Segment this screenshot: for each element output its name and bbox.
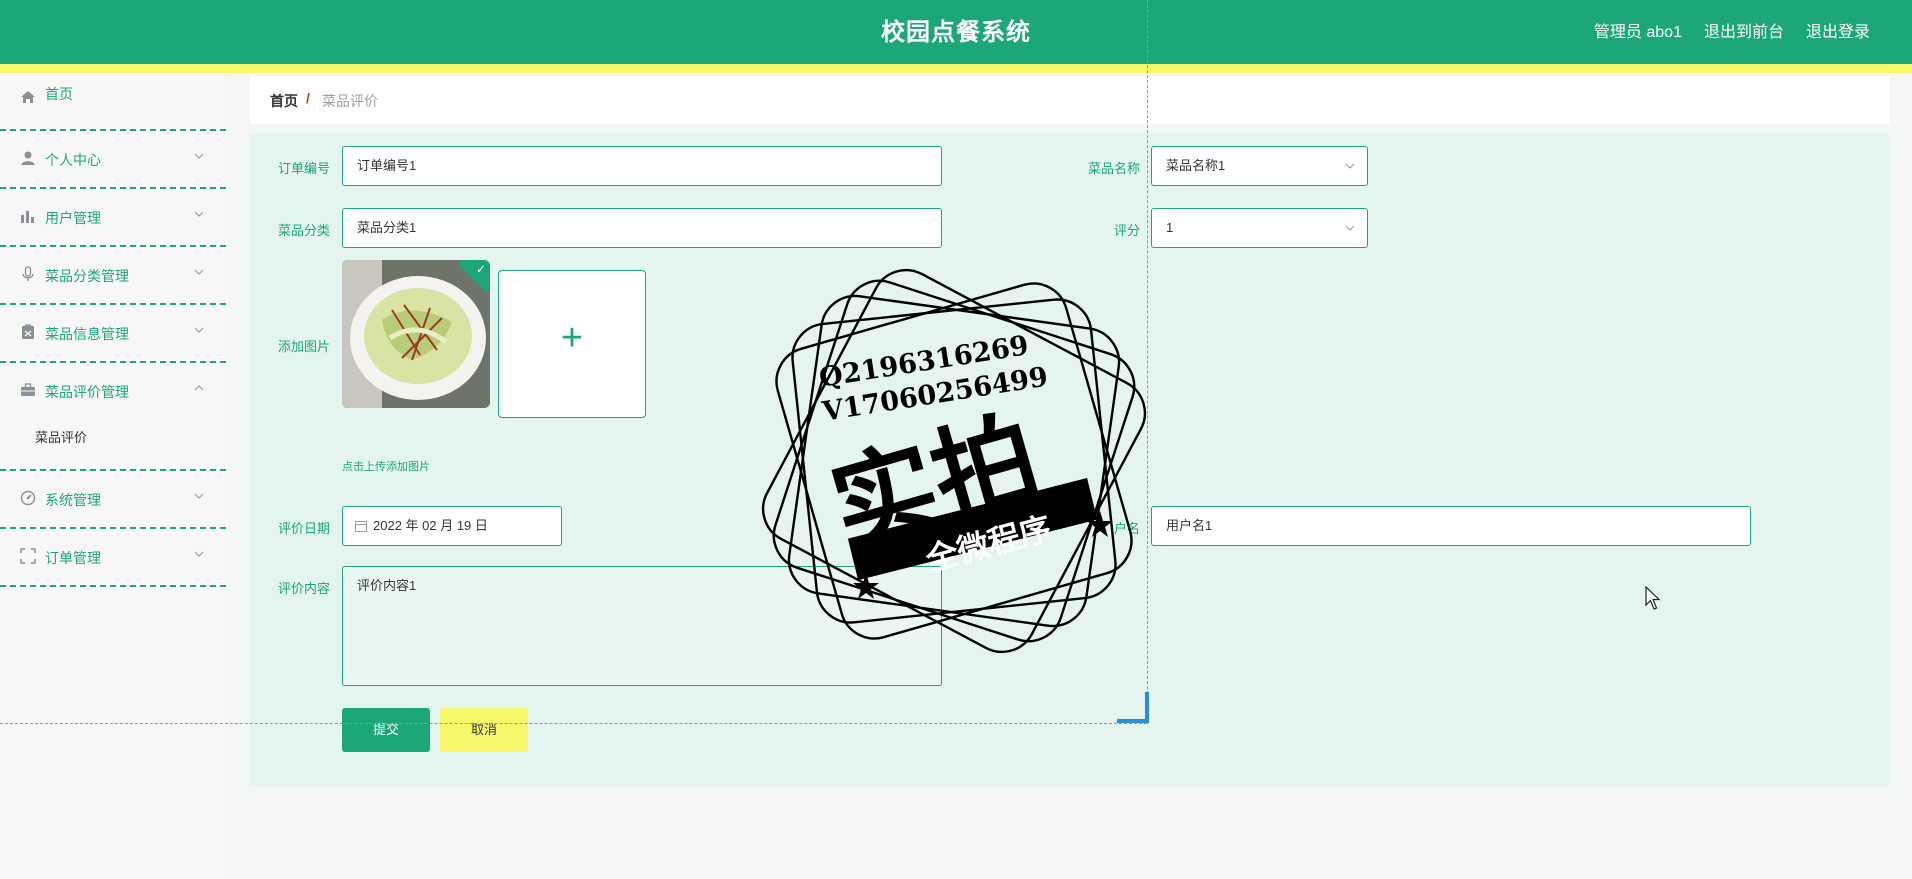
chevron-up-icon (194, 385, 204, 391)
uploaded-dish-image[interactable]: ✓ (342, 260, 490, 408)
mouse-cursor-icon (1645, 586, 1661, 610)
sidebar-item-system-management[interactable]: 系统管理 (0, 471, 226, 529)
review-date-label: 评价日期 (277, 521, 330, 536)
sidebar-item-dish-review-management[interactable]: 菜品评价管理 菜品评价 (0, 363, 226, 471)
header-links: 管理员 abo1 退出到前台 退出登录 (1594, 18, 1870, 42)
plus-icon: + (560, 317, 584, 359)
sidebar-item-label: 菜品分类管理 (45, 268, 129, 284)
username-input[interactable]: 用户名1 (1151, 506, 1751, 546)
chevron-down-icon (194, 493, 204, 499)
exit-to-front-link[interactable]: 退出到前台 (1704, 18, 1784, 42)
sidebar-item-label: 订单管理 (45, 550, 101, 566)
breadcrumb-current: 菜品评价 (322, 93, 378, 109)
chevron-down-icon (1345, 163, 1355, 169)
rating-select[interactable]: 1 (1151, 208, 1368, 248)
sidebar-subitem-dish-review[interactable]: 菜品评价 (0, 414, 226, 458)
sidebar-item-label: 用户管理 (45, 210, 101, 226)
sidebar-subitem-label: 菜品评价 (35, 430, 88, 445)
breadcrumb: 首页 / 菜品评价 (250, 76, 1890, 124)
top-header: 校园点餐系统 管理员 abo1 退出到前台 退出登录 (0, 0, 1912, 64)
chevron-down-icon (194, 269, 204, 275)
bar-chart-icon (21, 211, 34, 223)
dish-name-label: 菜品名称 (1087, 161, 1140, 176)
sidebar-item-label: 个人中心 (45, 152, 101, 168)
watermark-stamp: Q2196316269 V17060256499 实拍 全微程序 (761, 268, 1147, 654)
review-date-picker[interactable]: 2022 年 02 月 19 日 (342, 506, 562, 546)
sidebar-item-user-management[interactable]: 用户管理 (0, 189, 226, 247)
home-icon (21, 91, 35, 103)
submit-button[interactable]: 提交 (342, 708, 430, 752)
chevron-down-icon (194, 211, 204, 217)
chevron-down-icon (1345, 225, 1355, 231)
dish-photo-image (342, 260, 490, 408)
upload-tip: 点击上传添加图片 (342, 461, 430, 473)
breadcrumb-home[interactable]: 首页 (270, 91, 298, 111)
dish-name-value: 菜品名称1 (1166, 158, 1226, 173)
sidebar-item-label: 首页 (45, 86, 73, 102)
header-accent-stripe (0, 64, 1912, 73)
rating-label: 评分 (1113, 223, 1140, 238)
clipboard-icon (22, 324, 34, 339)
selection-guide-horizontal (0, 723, 1147, 724)
add-image-button[interactable]: + (498, 270, 646, 418)
check-icon: ✓ (475, 262, 486, 276)
calendar-icon (355, 521, 367, 532)
breadcrumb-separator: / (306, 90, 310, 106)
add-image-label: 添加图片 (277, 339, 330, 354)
sidebar-item-label: 菜品信息管理 (45, 326, 129, 342)
selection-corner-handle (1117, 692, 1149, 723)
sidebar-item-home[interactable]: 首页 (0, 73, 226, 131)
sidebar-item-dish-info-management[interactable]: 菜品信息管理 (0, 305, 226, 363)
chevron-down-icon (194, 551, 204, 557)
review-date-value: 2022 年 02 月 19 日 (373, 518, 488, 533)
dish-category-label: 菜品分类 (277, 223, 330, 238)
dish-name-select[interactable]: 菜品名称1 (1151, 146, 1368, 186)
sidebar-item-personal-center[interactable]: 个人中心 (0, 131, 226, 189)
microphone-icon (22, 266, 34, 281)
sidebar-item-order-management[interactable]: 订单管理 (0, 529, 226, 587)
admin-user-label[interactable]: 管理员 abo1 (1594, 18, 1682, 42)
chevron-down-icon (194, 153, 204, 159)
review-content-label: 评价内容 (277, 581, 330, 596)
order-no-label: 订单编号 (277, 161, 330, 176)
sidebar: 首页 个人中心 用户管理 菜品分类管理 菜品信息管理 菜品评价管理 菜品评价 系… (0, 73, 226, 879)
sidebar-item-label: 菜品评价管理 (45, 384, 129, 400)
dish-category-input[interactable]: 菜品分类1 (342, 208, 942, 248)
sidebar-item-dish-category-management[interactable]: 菜品分类管理 (0, 247, 226, 305)
sidebar-item-label: 系统管理 (45, 492, 101, 508)
logout-link[interactable]: 退出登录 (1806, 18, 1870, 42)
order-no-input[interactable]: 订单编号1 (342, 146, 942, 186)
cancel-button[interactable]: 取消 (440, 708, 528, 752)
fullscreen-icon (20, 548, 36, 564)
chevron-down-icon (194, 327, 204, 333)
briefcase-icon (21, 383, 35, 396)
user-icon (21, 151, 35, 165)
rating-value: 1 (1166, 220, 1174, 235)
gauge-icon (20, 490, 36, 506)
